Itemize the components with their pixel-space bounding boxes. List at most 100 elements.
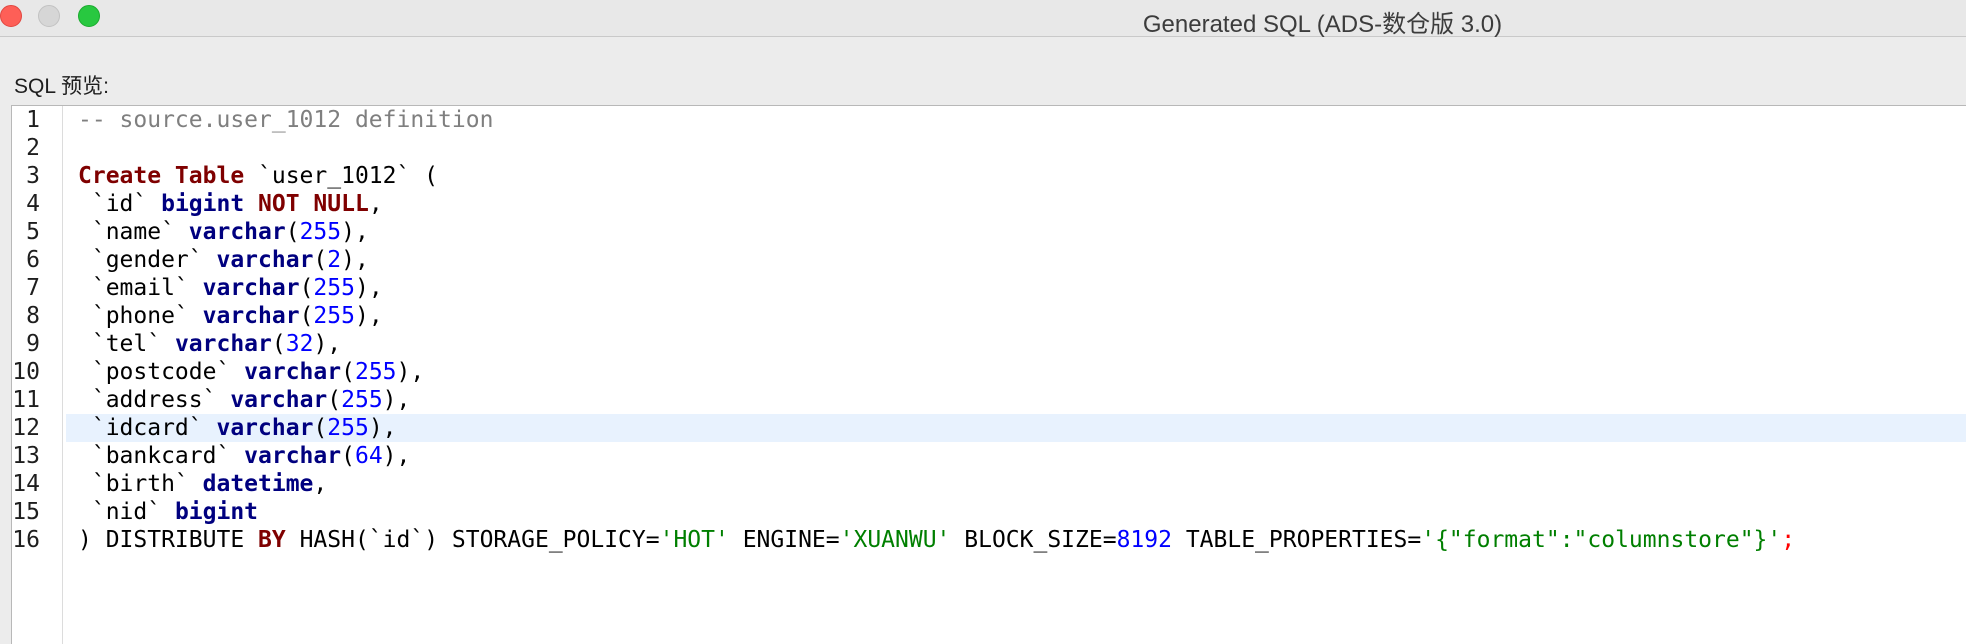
- code-token: ),: [368, 415, 397, 441]
- code-token: (: [299, 275, 314, 301]
- code-token: `tel`: [78, 331, 175, 357]
- code-token: (: [271, 331, 286, 357]
- code-token: bigint: [161, 191, 245, 217]
- line-number: 11: [12, 387, 40, 413]
- code-line[interactable]: 11 `address` varchar(255),: [12, 386, 1966, 414]
- code-token: Create Table: [78, 163, 245, 189]
- code-token: ),: [396, 359, 425, 385]
- code-token: `bankcard`: [78, 443, 245, 469]
- line-number: 14: [12, 471, 40, 497]
- line-number: 8: [26, 303, 40, 329]
- window-title: Generated SQL (ADS-数仓版 3.0): [1142, 11, 1503, 38]
- sql-preview-label: SQL 预览:: [14, 75, 109, 98]
- zoom-window-button[interactable]: [78, 5, 100, 27]
- code-token: 255: [313, 303, 355, 329]
- code-line[interactable]: 2: [12, 134, 1966, 162]
- code-token: ),: [341, 219, 369, 245]
- code-token: (: [313, 247, 328, 273]
- code-token: bigint: [174, 499, 259, 525]
- code-token: ,: [368, 191, 383, 217]
- line-number: 9: [26, 331, 40, 357]
- code-token: `nid`: [78, 499, 175, 525]
- code-text: `bankcard` varchar(64),: [66, 442, 1966, 470]
- code-token: varchar: [202, 303, 300, 329]
- line-number: 6: [26, 247, 40, 273]
- code-line[interactable]: 5 `name` varchar(255),: [12, 218, 1966, 246]
- code-line[interactable]: 10 `postcode` varchar(255),: [12, 358, 1966, 386]
- code-token: '{"format":"columnstore"}': [1421, 527, 1782, 553]
- code-token: 8192: [1116, 527, 1172, 553]
- code-token: ;: [1781, 527, 1796, 553]
- code-token: TABLE_PROPERTIES=: [1171, 527, 1422, 553]
- code-line[interactable]: 13 `bankcard` varchar(64),: [12, 442, 1966, 470]
- code-line[interactable]: 8 `phone` varchar(255),: [12, 302, 1966, 330]
- code-token: ENGINE=: [728, 527, 840, 553]
- code-line[interactable]: 9 `tel` varchar(32),: [12, 330, 1966, 358]
- code-token: datetime: [202, 471, 314, 497]
- code-token: varchar: [244, 359, 342, 385]
- code-line[interactable]: 1 -- source.user_1012 definition: [12, 106, 1966, 134]
- code-token: BLOCK_SIZE=: [950, 527, 1117, 553]
- code-token: 'HOT': [659, 527, 729, 553]
- code-token: 'XUANWU': [839, 527, 951, 553]
- code-token: 255: [313, 275, 355, 301]
- code-text: `phone` varchar(255),: [66, 302, 1966, 330]
- code-token: 255: [341, 387, 383, 413]
- line-number: 4: [26, 191, 40, 217]
- code-token: `idcard`: [78, 415, 217, 441]
- code-line[interactable]: 6 `gender` varchar(2),: [12, 246, 1966, 274]
- code-text: `birth` datetime,: [66, 470, 1966, 498]
- code-token: varchar: [216, 415, 314, 441]
- code-token: (: [313, 415, 328, 441]
- line-number: 16: [12, 527, 40, 553]
- code-text: `idcard` varchar(255),: [66, 414, 1966, 442]
- line-number: 13: [12, 443, 40, 469]
- code-line[interactable]: 15 `nid` bigint: [12, 498, 1966, 526]
- sql-editor[interactable]: 1 -- source.user_1012 definition 2 3 Create…: [11, 105, 1966, 644]
- code-line[interactable]: 16 ) DISTRIBUTE BY HASH(`id`) STORAGE_POL…: [12, 526, 1966, 554]
- code-token: varchar: [188, 219, 286, 245]
- code-text: `id` bigint NOT NULL,: [66, 190, 1966, 218]
- code-token: `user_1012` (: [244, 163, 439, 189]
- code-token: 255: [327, 415, 369, 441]
- line-number: 2: [26, 135, 40, 161]
- line-number: 15: [12, 499, 40, 525]
- code-token: `id`: [78, 191, 162, 217]
- line-number: 10: [12, 359, 40, 385]
- code-token: 255: [299, 219, 342, 245]
- code-token: (: [327, 387, 342, 413]
- code-text: `nid` bigint: [66, 498, 1966, 526]
- code-token: 32: [285, 331, 314, 357]
- code-token: ),: [382, 443, 411, 469]
- line-number: 7: [26, 275, 40, 301]
- code-token: varchar: [202, 275, 300, 301]
- code-token: ) DISTRIBUTE: [78, 527, 259, 553]
- line-number: 12: [12, 415, 40, 441]
- code-token: ,: [313, 471, 328, 497]
- code-token: 255: [354, 359, 397, 385]
- code-token: ),: [313, 331, 342, 357]
- code-token: `birth`: [78, 471, 203, 497]
- code-line[interactable]: 3 Create Table `user_1012` (: [12, 162, 1966, 190]
- code-line[interactable]: 12 `idcard` varchar(255),: [12, 414, 1966, 442]
- code-token: ),: [354, 303, 383, 329]
- code-token: 64: [354, 443, 383, 469]
- minimize-window-button[interactable]: [38, 5, 60, 27]
- code-token: ),: [382, 387, 411, 413]
- code-text: ) DISTRIBUTE BY HASH(`id`) STORAGE_POLIC…: [66, 526, 1966, 554]
- code-token: (: [285, 219, 300, 245]
- line-number: 5: [26, 219, 40, 245]
- code-text: -- source.user_1012 definition: [66, 106, 1966, 134]
- code-token: varchar: [216, 247, 314, 273]
- code-line[interactable]: 14 `birth` datetime,: [12, 470, 1966, 498]
- code-token: `postcode`: [78, 359, 245, 385]
- close-window-button[interactable]: [0, 5, 22, 27]
- code-line[interactable]: 4 `id` bigint NOT NULL,: [12, 190, 1966, 218]
- code-line[interactable]: 7 `email` varchar(255),: [12, 274, 1966, 302]
- code-token: HASH(`id`) STORAGE_POLICY=: [285, 527, 660, 553]
- code-token: varchar: [174, 331, 272, 357]
- code-token: varchar: [244, 443, 342, 469]
- code-token: (: [299, 303, 314, 329]
- code-token: -- source.user_1012 definition: [78, 107, 494, 133]
